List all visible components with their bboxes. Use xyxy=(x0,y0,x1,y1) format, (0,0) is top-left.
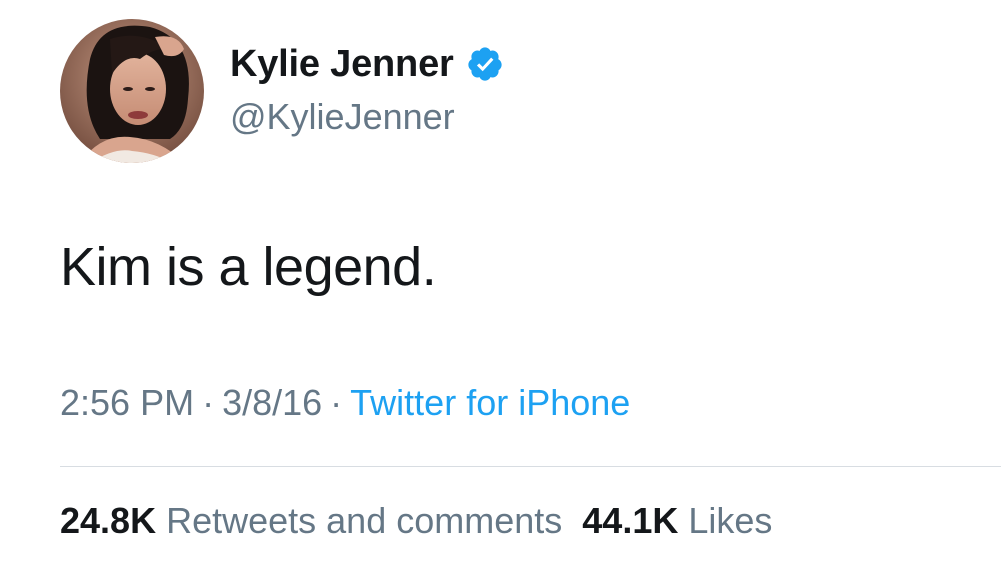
meta-separator: · xyxy=(202,382,215,423)
display-name[interactable]: Kylie Jenner xyxy=(230,43,454,86)
tweet-time[interactable]: 2:56 PM xyxy=(60,382,194,423)
likes-label: Likes xyxy=(688,500,773,541)
verified-badge-icon xyxy=(466,45,504,83)
tweet-text: Kim is a legend. xyxy=(60,237,437,297)
retweets-stat[interactable]: 24.8K Retweets and comments xyxy=(60,500,562,541)
tweet-meta: 2:56 PM · 3/8/16 · Twitter for iPhone xyxy=(60,382,630,424)
tweet-source-link[interactable]: Twitter for iPhone xyxy=(350,382,630,423)
tweet-stats: 24.8K Retweets and comments 44.1K Likes xyxy=(60,500,772,542)
tweet-date[interactable]: 3/8/16 xyxy=(222,382,322,423)
display-name-row: Kylie Jenner xyxy=(230,38,504,90)
meta-separator: · xyxy=(330,382,343,423)
avatar[interactable] xyxy=(60,19,204,163)
divider xyxy=(60,466,1001,467)
avatar-photo xyxy=(60,19,204,163)
retweets-label: Retweets and comments xyxy=(166,500,563,541)
likes-stat[interactable]: 44.1K Likes xyxy=(582,500,772,541)
tweet-card: Kylie Jenner @KylieJenner Kim is a legen… xyxy=(0,0,1001,563)
user-handle[interactable]: @KylieJenner xyxy=(230,96,504,138)
likes-count: 44.1K xyxy=(582,500,679,541)
author-block: Kylie Jenner @KylieJenner xyxy=(230,38,504,138)
retweets-count: 24.8K xyxy=(60,500,157,541)
